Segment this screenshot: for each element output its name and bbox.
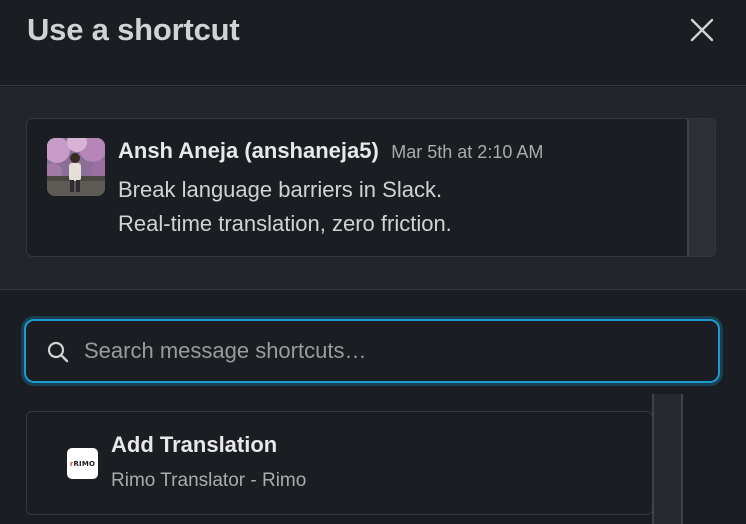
shortcut-list-scrollbar[interactable]: [652, 394, 683, 524]
message-line: Real-time translation, zero friction.: [118, 211, 452, 236]
message-body: Break language barriers in Slack. Real-t…: [118, 173, 452, 241]
message-preview-card: Ansh Aneja (anshaneja5) Mar 5th at 2:10 …: [26, 118, 716, 257]
rimo-app-icon: rRIMO: [67, 448, 98, 479]
message-author[interactable]: Ansh Aneja (anshaneja5): [118, 138, 379, 163]
dialog-title: Use a shortcut: [27, 12, 240, 47]
message-header: Ansh Aneja (anshaneja5) Mar 5th at 2:10 …: [118, 138, 543, 164]
avatar: [47, 138, 105, 196]
close-icon: [690, 18, 714, 42]
search-box[interactable]: [24, 319, 720, 383]
message-line: Break language barriers in Slack.: [118, 177, 443, 202]
dialog-header: Use a shortcut: [0, 0, 746, 86]
message-preview-area: Ansh Aneja (anshaneja5) Mar 5th at 2:10 …: [0, 87, 746, 290]
message-timestamp[interactable]: Mar 5th at 2:10 AM: [391, 142, 543, 162]
message-scrollbar[interactable]: [687, 119, 715, 256]
shortcut-item-add-translation[interactable]: rRIMO Add Translation Rimo Translator - …: [26, 411, 653, 515]
search-input[interactable]: [84, 331, 694, 371]
app-icon-label: RIMO: [73, 459, 96, 468]
shortcut-app-name: Rimo Translator - Rimo: [111, 470, 307, 491]
shortcut-name: Add Translation: [111, 432, 278, 457]
close-button[interactable]: [684, 12, 720, 48]
search-icon: [47, 341, 69, 363]
shortcut-search-area: rRIMO Add Translation Rimo Translator - …: [0, 291, 746, 524]
